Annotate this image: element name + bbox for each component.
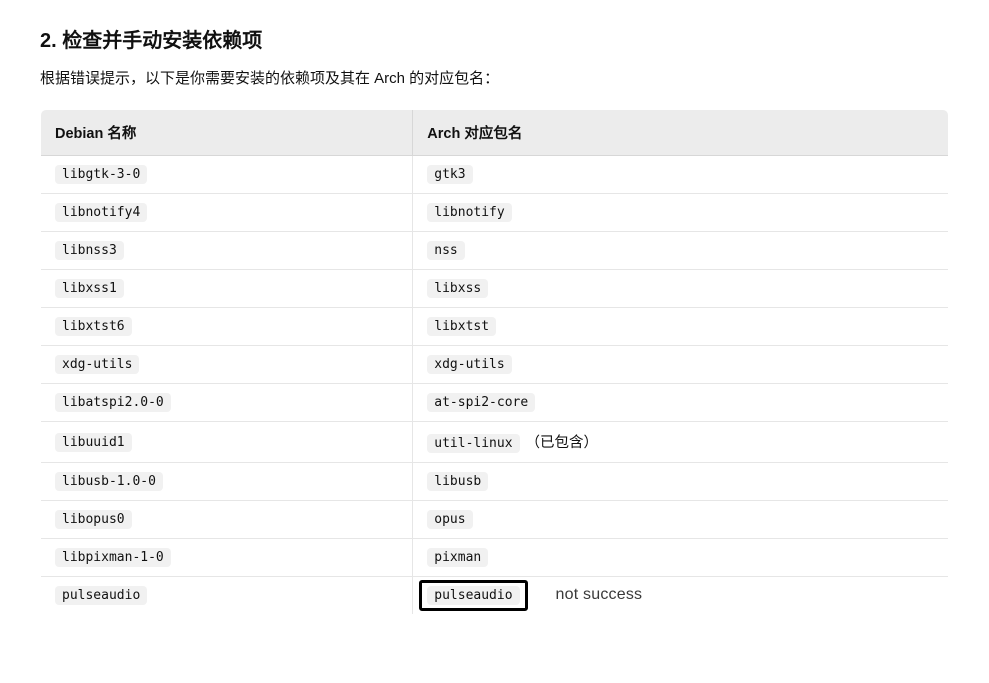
arch-suffix: （已包含） [526, 435, 599, 451]
cell-arch: util-linux （已包含） [413, 422, 949, 463]
cell-arch: xdg-utils [413, 346, 949, 384]
cell-debian: libgtk-3-0 [41, 156, 413, 194]
cell-arch: at-spi2-core [413, 384, 949, 422]
cell-arch: opus [413, 501, 949, 539]
arch-package-code: libnotify [427, 203, 511, 222]
cell-arch: libnotify [413, 194, 949, 232]
table-row: libatspi2.0-0 at-spi2-core [41, 384, 949, 422]
debian-package-code: libnss3 [55, 241, 124, 260]
arch-package-code: xdg-utils [427, 355, 511, 374]
cell-debian: libusb-1.0-0 [41, 463, 413, 501]
arch-package-code: libxss [427, 279, 488, 298]
arch-package-code: nss [427, 241, 464, 260]
cell-arch: pulseaudio [413, 577, 949, 615]
cell-debian: libpixman-1-0 [41, 539, 413, 577]
table-row: pulseaudio pulseaudio [41, 577, 949, 615]
cell-arch: gtk3 [413, 156, 949, 194]
table-row: libnss3 nss [41, 232, 949, 270]
debian-package-code: xdg-utils [55, 355, 139, 374]
table-row: libusb-1.0-0 libusb [41, 463, 949, 501]
debian-package-code: libatspi2.0-0 [55, 393, 171, 412]
arch-package-code: gtk3 [427, 165, 472, 184]
dependency-table: Debian 名称 Arch 对应包名 libgtk-3-0 gtk3 libnot… [40, 109, 949, 615]
table-row: xdg-utils xdg-utils [41, 346, 949, 384]
cell-debian: libxss1 [41, 270, 413, 308]
arch-package-code: at-spi2-core [427, 393, 535, 412]
cell-debian: libopus0 [41, 501, 413, 539]
arch-package-code: pixman [427, 548, 488, 567]
col-header-debian: Debian 名称 [41, 110, 413, 156]
debian-package-code: libnotify4 [55, 203, 147, 222]
debian-package-code: libxtst6 [55, 317, 132, 336]
section-heading: 2. 检查并手动安装依赖项 [40, 24, 949, 53]
cell-debian: xdg-utils [41, 346, 413, 384]
arch-package-code: pulseaudio [427, 586, 519, 605]
table-row: libopus0 opus [41, 501, 949, 539]
debian-package-code: pulseaudio [55, 586, 147, 605]
cell-arch: libusb [413, 463, 949, 501]
cell-debian: pulseaudio [41, 577, 413, 615]
table-wrap: Debian 名称 Arch 对应包名 libgtk-3-0 gtk3 libnot… [40, 109, 949, 615]
cell-arch: nss [413, 232, 949, 270]
debian-package-code: libusb-1.0-0 [55, 472, 163, 491]
table-row: libgtk-3-0 gtk3 [41, 156, 949, 194]
arch-package-code: libusb [427, 472, 488, 491]
table-row: libxss1 libxss [41, 270, 949, 308]
cell-arch: libxss [413, 270, 949, 308]
table-row: libnotify4 libnotify [41, 194, 949, 232]
cell-debian: libuuid1 [41, 422, 413, 463]
arch-package-code: opus [427, 510, 472, 529]
cell-debian: libatspi2.0-0 [41, 384, 413, 422]
debian-package-code: libxss1 [55, 279, 124, 298]
section-description: 根据错误提示，以下是你需要安装的依赖项及其在 Arch 的对应包名： [40, 67, 949, 91]
table-row: libuuid1 util-linux （已包含） [41, 422, 949, 463]
cell-arch: pixman [413, 539, 949, 577]
table-row: libpixman-1-0 pixman [41, 539, 949, 577]
debian-package-code: libopus0 [55, 510, 132, 529]
col-header-arch: Arch 对应包名 [413, 110, 949, 156]
debian-package-code: libuuid1 [55, 433, 132, 452]
cell-debian: libnotify4 [41, 194, 413, 232]
debian-package-code: libgtk-3-0 [55, 165, 147, 184]
arch-package-code: util-linux [427, 434, 519, 453]
debian-package-code: libpixman-1-0 [55, 548, 171, 567]
cell-debian: libnss3 [41, 232, 413, 270]
cell-debian: libxtst6 [41, 308, 413, 346]
arch-package-code: libxtst [427, 317, 496, 336]
table-row: libxtst6 libxtst [41, 308, 949, 346]
cell-arch: libxtst [413, 308, 949, 346]
